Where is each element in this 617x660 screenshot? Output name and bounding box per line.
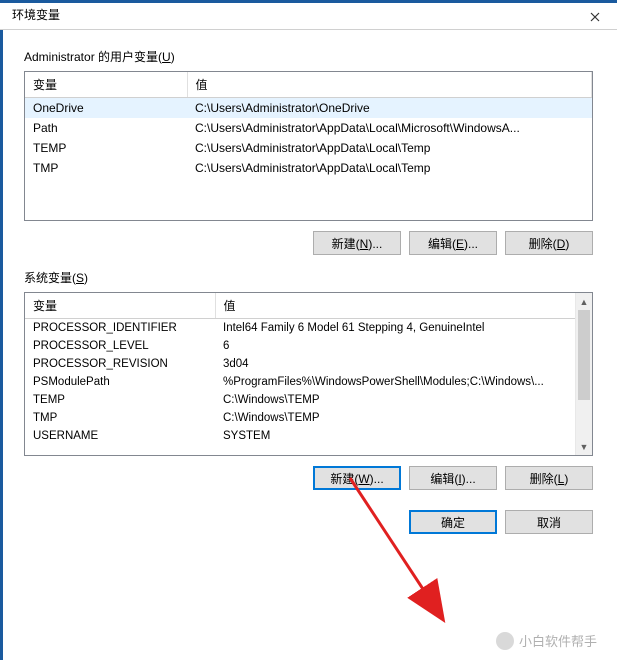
- var-name: OneDrive: [25, 98, 187, 119]
- var-value: C:\Users\Administrator\OneDrive: [187, 98, 592, 119]
- user-col-val[interactable]: 值: [187, 72, 592, 98]
- var-value: SYSTEM: [215, 427, 592, 445]
- sys-vars-label-pre: 系统变量(: [24, 271, 76, 285]
- var-value: C:\Users\Administrator\AppData\Local\Tem…: [187, 158, 592, 178]
- table-row[interactable]: TMPC:\Users\Administrator\AppData\Local\…: [25, 158, 592, 178]
- user-vars-label-pre: Administrator 的用户变量(: [24, 50, 162, 64]
- user-delete-button[interactable]: 删除(D): [505, 231, 593, 255]
- sys-delete-button[interactable]: 删除(L): [505, 466, 593, 490]
- var-value: C:\Users\Administrator\AppData\Local\Mic…: [187, 118, 592, 138]
- sys-vars-label: 系统变量(S): [24, 269, 593, 286]
- user-col-var[interactable]: 变量: [25, 72, 187, 98]
- user-edit-button[interactable]: 编辑(E)...: [409, 231, 497, 255]
- user-vars-label-key: U: [162, 50, 171, 64]
- table-row[interactable]: PROCESSOR_IDENTIFIERIntel64 Family 6 Mod…: [25, 319, 592, 338]
- var-name: TEMP: [25, 138, 187, 158]
- table-row[interactable]: OneDriveC:\Users\Administrator\OneDrive: [25, 98, 592, 119]
- sys-buttons: 新建(W)... 编辑(I)... 删除(L): [24, 466, 593, 490]
- sys-scrollbar[interactable]: ▲ ▼: [575, 293, 592, 455]
- var-name: Path: [25, 118, 187, 138]
- table-row[interactable]: TEMPC:\Users\Administrator\AppData\Local…: [25, 138, 592, 158]
- var-name: PSModulePath: [25, 373, 215, 391]
- table-row[interactable]: TMPC:\Windows\TEMP: [25, 409, 592, 427]
- watermark: 小白软件帮手: [496, 631, 597, 650]
- sys-col-val[interactable]: 值: [215, 293, 592, 319]
- var-value: C:\Windows\TEMP: [215, 409, 592, 427]
- table-row[interactable]: PathC:\Users\Administrator\AppData\Local…: [25, 118, 592, 138]
- table-row[interactable]: PROCESSOR_LEVEL6: [25, 337, 592, 355]
- var-value: 3d04: [215, 355, 592, 373]
- user-vars-table[interactable]: 变量 值 OneDriveC:\Users\Administrator\OneD…: [24, 71, 593, 221]
- sys-edit-button[interactable]: 编辑(I)...: [409, 466, 497, 490]
- var-name: TEMP: [25, 391, 215, 409]
- var-value: %ProgramFiles%\WindowsPowerShell\Modules…: [215, 373, 592, 391]
- table-row[interactable]: USERNAMESYSTEM: [25, 427, 592, 445]
- table-row[interactable]: TEMPC:\Windows\TEMP: [25, 391, 592, 409]
- var-value: 6: [215, 337, 592, 355]
- ok-button[interactable]: 确定: [409, 510, 497, 534]
- user-vars-label-post: ): [171, 50, 175, 64]
- sys-vars-label-post: ): [84, 271, 88, 285]
- sys-col-var[interactable]: 变量: [25, 293, 215, 319]
- scroll-down-icon[interactable]: ▼: [576, 438, 592, 455]
- table-row[interactable]: PROCESSOR_REVISION3d04: [25, 355, 592, 373]
- var-name: USERNAME: [25, 427, 215, 445]
- user-buttons: 新建(N)... 编辑(E)... 删除(D): [24, 231, 593, 255]
- close-button[interactable]: [572, 3, 617, 30]
- watermark-text: 小白软件帮手: [519, 631, 597, 650]
- var-value: C:\Users\Administrator\AppData\Local\Tem…: [187, 138, 592, 158]
- var-name: TMP: [25, 409, 215, 427]
- sys-new-button[interactable]: 新建(W)...: [313, 466, 401, 490]
- var-name: PROCESSOR_IDENTIFIER: [25, 319, 215, 338]
- var-value: C:\Windows\TEMP: [215, 391, 592, 409]
- sys-vars-table[interactable]: 变量 值 PROCESSOR_IDENTIFIERIntel64 Family …: [24, 292, 593, 456]
- user-vars-label: Administrator 的用户变量(U): [24, 48, 593, 65]
- user-new-button[interactable]: 新建(N)...: [313, 231, 401, 255]
- dialog-buttons: 确定 取消: [24, 510, 593, 534]
- watermark-icon: [496, 632, 514, 650]
- titlebar: 环境变量: [0, 0, 617, 30]
- left-accent: [0, 30, 3, 660]
- var-name: PROCESSOR_REVISION: [25, 355, 215, 373]
- var-name: TMP: [25, 158, 187, 178]
- cancel-button[interactable]: 取消: [505, 510, 593, 534]
- scroll-thumb[interactable]: [578, 310, 590, 400]
- var-name: PROCESSOR_LEVEL: [25, 337, 215, 355]
- close-icon: [590, 12, 600, 22]
- titlebar-accent: [0, 0, 617, 3]
- var-value: Intel64 Family 6 Model 61 Stepping 4, Ge…: [215, 319, 592, 338]
- scroll-up-icon[interactable]: ▲: [576, 293, 592, 310]
- table-row[interactable]: PSModulePath%ProgramFiles%\WindowsPowerS…: [25, 373, 592, 391]
- sys-vars-label-key: S: [76, 271, 84, 285]
- window-title: 环境变量: [8, 6, 60, 23]
